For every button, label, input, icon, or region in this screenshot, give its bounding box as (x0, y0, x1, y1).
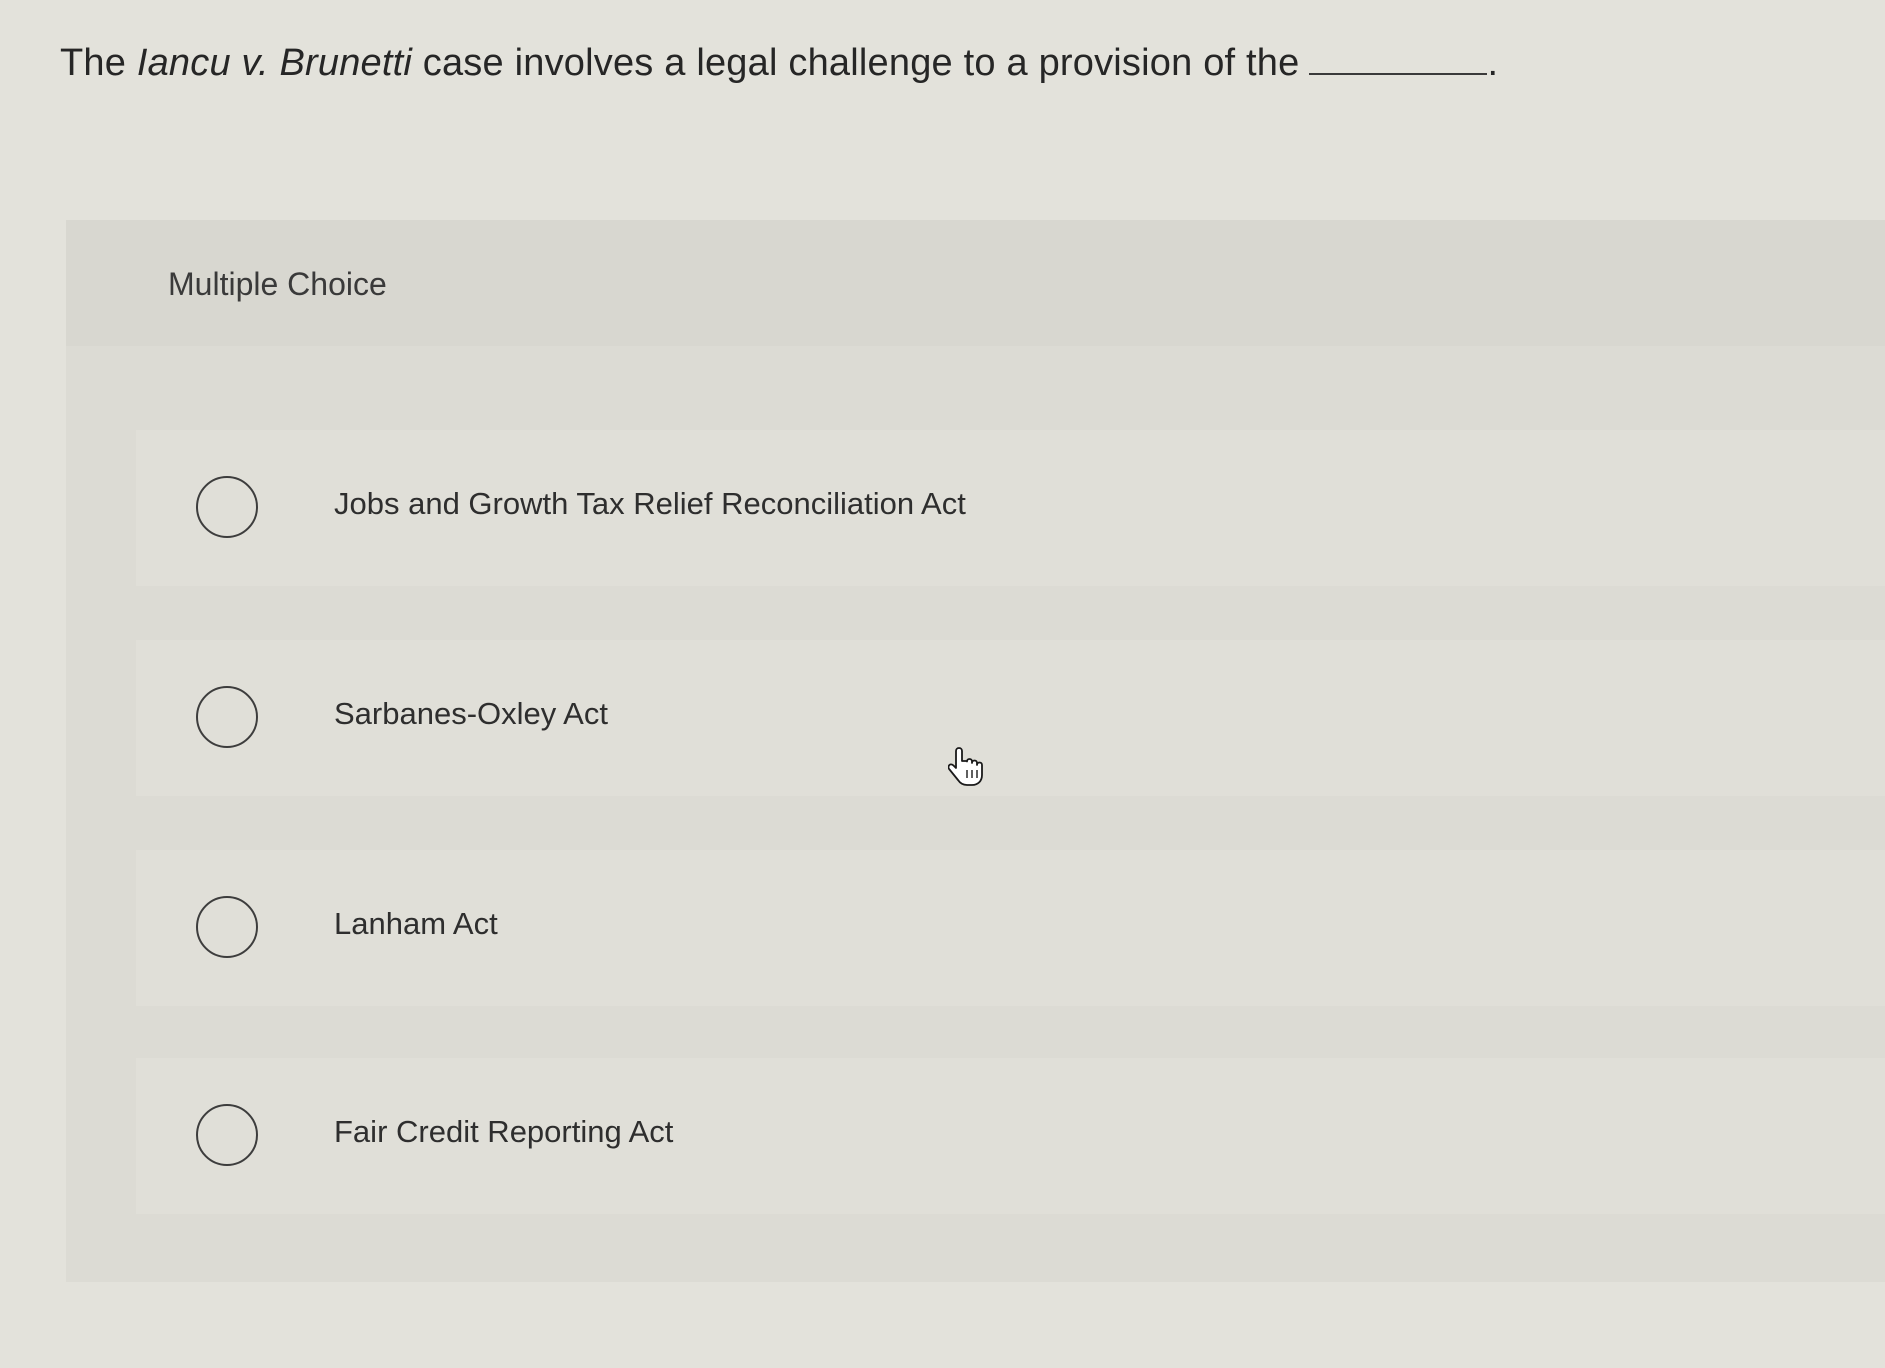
radio-unchecked-icon[interactable] (196, 896, 258, 958)
option-label: Sarbanes-Oxley Act (334, 696, 608, 731)
option-label: Lanham Act (334, 906, 498, 941)
question-blank (1309, 43, 1488, 75)
option-fair-credit-reporting-act[interactable]: Fair Credit Reporting Act (136, 1058, 1885, 1214)
hand-pointer-icon (948, 747, 983, 786)
option-label: Jobs and Growth Tax Relief Reconciliatio… (334, 486, 966, 521)
question-case-name: Iancu v. Brunetti (136, 42, 413, 84)
question-end: . (1487, 42, 1499, 84)
option-lanham-act[interactable]: Lanham Act (136, 850, 1885, 1006)
question-suffix: case involves a legal challenge to a pro… (412, 42, 1300, 84)
radio-unchecked-icon[interactable] (196, 1104, 258, 1166)
question-text: The Iancu v. Brunetti case involves a le… (60, 42, 1498, 85)
question-prefix: The (60, 42, 137, 84)
radio-unchecked-icon[interactable] (196, 686, 258, 748)
radio-unchecked-icon[interactable] (196, 476, 258, 538)
option-sarbanes-oxley-act[interactable]: Sarbanes-Oxley Act (136, 640, 1885, 796)
option-label: Fair Credit Reporting Act (334, 1114, 674, 1149)
panel-header: Multiple Choice (66, 220, 1885, 346)
panel-title: Multiple Choice (168, 266, 387, 302)
option-jobs-growth-tax-relief-act[interactable]: Jobs and Growth Tax Relief Reconciliatio… (136, 430, 1885, 586)
